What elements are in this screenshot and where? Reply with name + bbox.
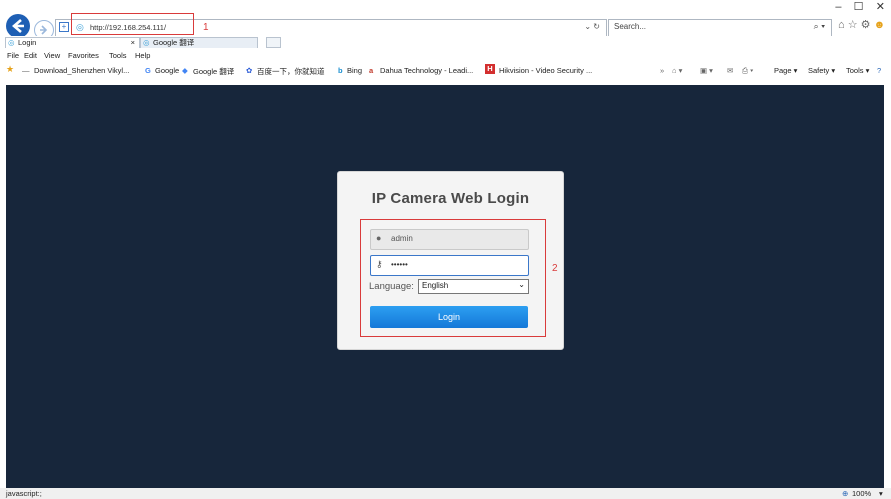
- favorites-bar: ★ — Download_Shenzhen Vikyl... G Google …: [0, 62, 891, 84]
- menu-favorites[interactable]: Favorites: [68, 51, 99, 60]
- tab-login[interactable]: ◎ Login ×: [5, 37, 140, 48]
- annotation-label-1: 1: [203, 22, 209, 33]
- favorites-star-icon[interactable]: ★: [6, 64, 14, 75]
- google-g-icon: G: [145, 66, 151, 75]
- menu-edit[interactable]: Edit: [24, 51, 37, 60]
- compat-view-icon[interactable]: +: [59, 22, 69, 32]
- smiley-icon[interactable]: ☻: [874, 19, 886, 31]
- language-select[interactable]: English ⌄: [418, 279, 529, 294]
- login-button[interactable]: Login: [370, 306, 528, 328]
- hikvision-icon: H: [485, 64, 495, 74]
- username-value: admin: [391, 234, 413, 243]
- favorites-star-icon[interactable]: ☆: [848, 19, 858, 31]
- toolbar-icons: ⌂ ☆ ⚙ ☻: [838, 18, 885, 31]
- search-input[interactable]: Search...: [614, 22, 646, 31]
- help-icon[interactable]: ?: [877, 66, 881, 75]
- command-tools[interactable]: Tools ▾: [846, 66, 869, 75]
- zoom-icon: ⊕: [842, 489, 849, 498]
- feeds-icon[interactable]: ▣ ▾: [700, 66, 713, 75]
- ie-tab-icon: ◎: [143, 38, 150, 47]
- password-field[interactable]: ⚷ ••••••: [370, 255, 529, 276]
- folder-icon: —: [22, 66, 30, 75]
- command-safety[interactable]: Safety ▾: [808, 66, 835, 75]
- address-toolbar: + ◎ http://192.168.254.111/ ⌄ ↻ 1 Search…: [0, 0, 891, 40]
- favorite-link[interactable]: Dahua Technology - Leadi...: [380, 66, 473, 75]
- window-controls: – ☐ ✕: [835, 0, 885, 16]
- login-title: IP Camera Web Login: [371, 190, 530, 207]
- tab-label: Login: [18, 38, 37, 47]
- dahua-icon: a: [369, 66, 374, 75]
- menu-file[interactable]: File: [7, 51, 19, 60]
- tab-label: Google 翻译: [153, 38, 195, 47]
- bing-icon: b: [338, 66, 343, 75]
- search-icon[interactable]: ⌕ ▾: [814, 21, 825, 32]
- annotation-box-1: [71, 13, 194, 35]
- baidu-paw-icon: ✿: [246, 66, 253, 75]
- menu-view[interactable]: View: [44, 51, 60, 60]
- menu-help[interactable]: Help: [135, 51, 150, 60]
- tab-bar: ◎ Login × ◎ Google 翻译: [0, 36, 891, 48]
- translate-icon: ◆: [182, 66, 188, 75]
- maximize-icon[interactable]: ☐: [854, 1, 864, 13]
- home-menu-icon[interactable]: ⌂ ▾: [672, 66, 682, 75]
- search-box[interactable]: Search... ⌕ ▾: [608, 19, 832, 37]
- status-bar: javascript:; ⊕ 100% ▾: [0, 488, 891, 499]
- ie-tab-icon: ◎: [8, 38, 15, 47]
- settings-gear-icon[interactable]: ⚙: [861, 19, 871, 31]
- chevron-down-icon: ⌄: [518, 280, 525, 289]
- username-field[interactable]: ● admin: [370, 229, 529, 250]
- key-icon: ⚷: [376, 259, 383, 269]
- user-icon: ●: [376, 233, 382, 243]
- annotation-label-2: 2: [552, 263, 558, 274]
- favorite-link[interactable]: Hikvision - Video Security ...: [499, 66, 592, 75]
- favorite-link[interactable]: 百度一下，你就知道: [257, 66, 325, 77]
- overflow-chevron-icon[interactable]: »: [660, 66, 664, 75]
- home-icon[interactable]: ⌂: [838, 19, 845, 31]
- favorite-link[interactable]: Download_Shenzhen Vikyl...: [34, 66, 129, 75]
- refresh-icon[interactable]: ⌄ ↻: [584, 22, 600, 31]
- zoom-level[interactable]: 100%: [852, 489, 871, 498]
- command-page[interactable]: Page ▾: [774, 66, 797, 75]
- favorite-link[interactable]: Bing: [347, 66, 362, 75]
- tab-google-translate[interactable]: ◎ Google 翻译: [140, 37, 258, 48]
- new-tab-button[interactable]: [266, 37, 281, 48]
- menu-tools[interactable]: Tools: [109, 51, 127, 60]
- mail-icon[interactable]: ✉: [727, 66, 733, 75]
- minimize-icon[interactable]: –: [835, 1, 841, 13]
- favorite-link[interactable]: Google: [155, 66, 179, 75]
- back-arrow-icon: [12, 19, 24, 33]
- login-card: IP Camera Web Login ● admin ⚷ •••••• Lan…: [337, 171, 564, 350]
- language-selected: English: [422, 281, 449, 290]
- favorite-link[interactable]: Google 翻译: [193, 66, 234, 77]
- password-value: ••••••: [391, 260, 408, 269]
- close-window-icon[interactable]: ✕: [876, 1, 885, 13]
- print-icon[interactable]: ⎙ ▾: [742, 66, 753, 76]
- close-tab-icon[interactable]: ×: [131, 38, 135, 48]
- zoom-dropdown-icon[interactable]: ▾: [879, 489, 883, 498]
- language-label: Language:: [369, 281, 414, 292]
- status-text: javascript:;: [6, 489, 42, 498]
- menu-bar: File Edit View Favorites Tools Help: [0, 49, 891, 62]
- back-button[interactable]: [6, 14, 30, 38]
